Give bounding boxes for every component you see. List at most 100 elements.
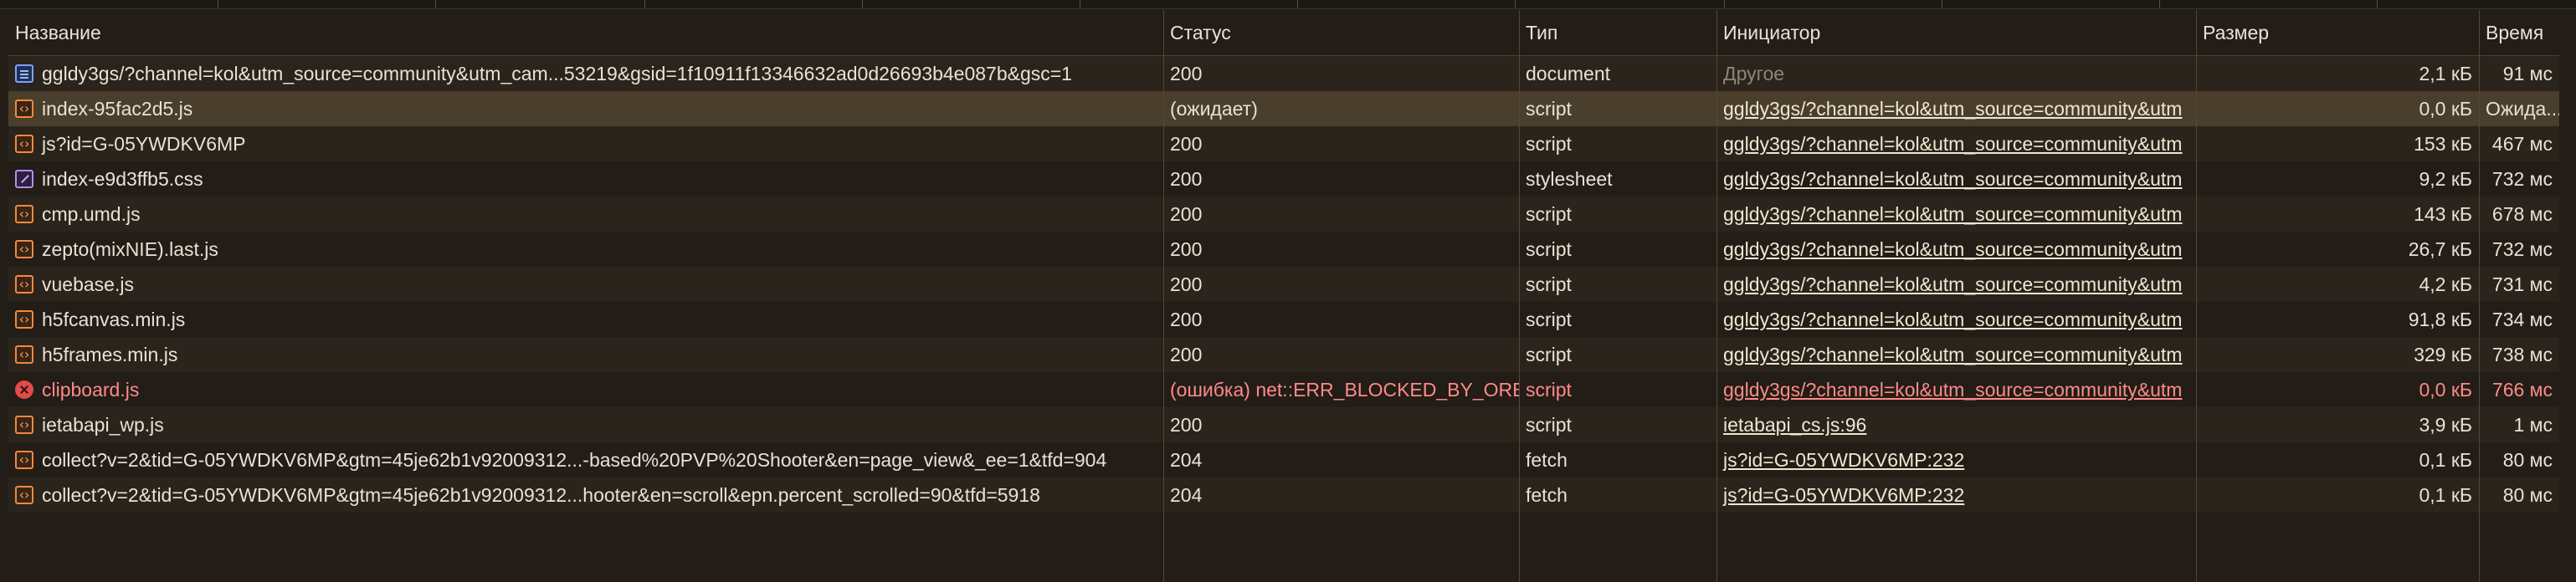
cell-name[interactable]: clipboard.js <box>8 372 1163 407</box>
table-row[interactable]: zepto(mixNIE).last.js 200 script ggldy3gs/?… <box>8 232 2559 267</box>
cell-size: 0,1 кБ <box>2196 477 2479 513</box>
cell-initiator[interactable]: ietabapi_cs.js:96 <box>1716 407 2196 442</box>
table-row[interactable]: ietabapi_wp.js 200 script ietabapi_cs.js:96… <box>8 407 2559 442</box>
column-divider[interactable] <box>2196 10 2197 582</box>
initiator-text[interactable]: ggldy3gs/?channel=kol&utm_source=communi… <box>1723 344 2182 365</box>
script-icon <box>15 304 33 335</box>
cell-name[interactable]: collect?v=2&tid=G-05YWDKV6MP&gtm=45je62b… <box>8 477 1163 513</box>
cell-name[interactable]: ietabapi_wp.js <box>8 407 1163 442</box>
name-text: index-95fac2d5.js <box>42 98 193 120</box>
initiator-text[interactable]: ggldy3gs/?channel=kol&utm_source=communi… <box>1723 379 2182 401</box>
column-header-time[interactable]: Время <box>2479 10 2559 55</box>
cell-name[interactable]: index-e9d3ffb5.css <box>8 161 1163 197</box>
cell-name[interactable]: index-95fac2d5.js <box>8 91 1163 126</box>
table-row[interactable]: index-95fac2d5.js (ожидает) script ggldy3gs… <box>8 91 2559 126</box>
name-text: collect?v=2&tid=G-05YWDKV6MP&gtm=45je62b… <box>42 484 1040 506</box>
initiator-text[interactable]: ggldy3gs/?channel=kol&utm_source=communi… <box>1723 238 2182 260</box>
initiator-text[interactable]: ggldy3gs/?channel=kol&utm_source=communi… <box>1723 309 2182 330</box>
cell-initiator[interactable]: ggldy3gs/?channel=kol&utm_source=communi… <box>1716 126 2196 161</box>
cell-size: 143 кБ <box>2196 197 2479 232</box>
cell-initiator[interactable]: ggldy3gs/?channel=kol&utm_source=communi… <box>1716 267 2196 302</box>
script-icon <box>15 268 33 300</box>
column-divider[interactable] <box>1519 10 1520 582</box>
cell-initiator[interactable]: js?id=G-05YWDKV6MP:232 <box>1716 442 2196 477</box>
initiator-text[interactable]: ggldy3gs/?channel=kol&utm_source=communi… <box>1723 98 2182 120</box>
table-row[interactable]: vuebase.js 200 script ggldy3gs/?channel=kol… <box>8 267 2559 302</box>
overview-tick <box>2159 0 2160 8</box>
table-row[interactable]: cmp.umd.js 200 script ggldy3gs/?channel=kol… <box>8 197 2559 232</box>
time-text: 1 мс <box>2513 414 2553 436</box>
cell-name[interactable]: vuebase.js <box>8 267 1163 302</box>
cell-initiator[interactable]: ggldy3gs/?channel=kol&utm_source=communi… <box>1716 372 2196 407</box>
cell-initiator[interactable]: ggldy3gs/?channel=kol&utm_source=communi… <box>1716 232 2196 267</box>
table-row[interactable]: ggldy3gs/?channel=kol&utm_source=communi… <box>8 56 2559 91</box>
cell-time: 678 мс <box>2479 197 2559 232</box>
overview-tick <box>1515 0 1516 8</box>
initiator-text[interactable]: Другое <box>1723 63 1784 84</box>
initiator-text[interactable]: ggldy3gs/?channel=kol&utm_source=communi… <box>1723 168 2182 190</box>
cell-initiator[interactable]: ggldy3gs/?channel=kol&utm_source=communi… <box>1716 337 2196 372</box>
script-icon <box>15 233 33 265</box>
initiator-text[interactable]: ggldy3gs/?channel=kol&utm_source=communi… <box>1723 273 2182 295</box>
cell-name[interactable]: h5fcanvas.min.js <box>8 302 1163 337</box>
size-text: 2,1 кБ <box>2419 63 2472 84</box>
table-row[interactable]: js?id=G-05YWDKV6MP 200 script ggldy3gs/?cha… <box>8 126 2559 161</box>
column-header-size[interactable]: Размер <box>2196 10 2479 55</box>
initiator-text[interactable]: ggldy3gs/?channel=kol&utm_source=communi… <box>1723 203 2182 225</box>
type-text: document <box>1526 63 1611 84</box>
cell-size: 9,2 кБ <box>2196 161 2479 197</box>
status-text: 200 <box>1170 203 1203 225</box>
column-divider[interactable] <box>1716 10 1717 582</box>
overview-tick <box>644 0 645 8</box>
size-text: 143 кБ <box>2414 203 2472 225</box>
column-divider[interactable] <box>1163 10 1164 582</box>
cell-name[interactable]: collect?v=2&tid=G-05YWDKV6MP&gtm=45je62b… <box>8 442 1163 477</box>
status-text: 204 <box>1170 484 1203 506</box>
cell-time: 738 мс <box>2479 337 2559 372</box>
cell-initiator[interactable]: js?id=G-05YWDKV6MP:232 <box>1716 477 2196 513</box>
initiator-text[interactable]: ggldy3gs/?channel=kol&utm_source=communi… <box>1723 133 2182 155</box>
size-text: 0,1 кБ <box>2419 484 2472 506</box>
cell-initiator[interactable]: ggldy3gs/?channel=kol&utm_source=communi… <box>1716 197 2196 232</box>
status-text: 200 <box>1170 63 1203 84</box>
name-text: vuebase.js <box>42 273 134 295</box>
initiator-text[interactable]: ietabapi_cs.js:96 <box>1723 414 1866 436</box>
cell-initiator[interactable]: Другое <box>1716 56 2196 91</box>
initiator-text[interactable]: js?id=G-05YWDKV6MP:232 <box>1723 484 1964 506</box>
cell-type: script <box>1519 372 1716 407</box>
table-row[interactable]: h5frames.min.js 200 script ggldy3gs/?channe… <box>8 337 2559 372</box>
cell-name[interactable]: ggldy3gs/?channel=kol&utm_source=communi… <box>8 56 1163 91</box>
cell-name[interactable]: h5frames.min.js <box>8 337 1163 372</box>
cell-name[interactable]: js?id=G-05YWDKV6MP <box>8 126 1163 161</box>
time-text: Ожида... <box>2486 98 2559 120</box>
column-header-name[interactable]: Название <box>8 10 1163 55</box>
cell-size: 3,9 кБ <box>2196 407 2479 442</box>
size-text: 3,9 кБ <box>2419 414 2472 436</box>
cell-size: 4,2 кБ <box>2196 267 2479 302</box>
time-text: 734 мс <box>2491 309 2553 330</box>
table-row[interactable]: collect?v=2&tid=G-05YWDKV6MP&gtm=45je62b… <box>8 477 2559 513</box>
column-header-type[interactable]: Тип <box>1519 10 1716 55</box>
table-row[interactable]: clipboard.js (ошибка) net::ERR_BLOCKED_BY… <box>8 372 2559 407</box>
column-header-status[interactable]: Статус <box>1163 10 1519 55</box>
script-icon <box>15 198 33 230</box>
cell-type: script <box>1519 197 1716 232</box>
cell-status: 200 <box>1163 232 1519 267</box>
cell-status: (ошибка) net::ERR_BLOCKED_BY_ORB <box>1163 372 1519 407</box>
time-text: 678 мс <box>2491 203 2553 225</box>
cell-initiator[interactable]: ggldy3gs/?channel=kol&utm_source=communi… <box>1716 302 2196 337</box>
cell-initiator[interactable]: ggldy3gs/?channel=kol&utm_source=communi… <box>1716 91 2196 126</box>
column-divider[interactable] <box>2479 10 2480 582</box>
document-icon <box>15 64 33 83</box>
table-row[interactable]: collect?v=2&tid=G-05YWDKV6MP&gtm=45je62b… <box>8 442 2559 477</box>
cell-initiator[interactable]: ggldy3gs/?channel=kol&utm_source=communi… <box>1716 161 2196 197</box>
cell-name[interactable]: cmp.umd.js <box>8 197 1163 232</box>
script-icon <box>15 444 33 476</box>
table-row[interactable]: index-e9d3ffb5.css 200 stylesheet ggldy3gs/… <box>8 161 2559 197</box>
initiator-text[interactable]: js?id=G-05YWDKV6MP:232 <box>1723 449 1964 471</box>
column-header-initiator[interactable]: Инициатор <box>1716 10 2196 55</box>
cell-name[interactable]: zepto(mixNIE).last.js <box>8 232 1163 267</box>
type-text: script <box>1526 309 1572 330</box>
stylesheet-icon <box>15 169 33 188</box>
table-row[interactable]: h5fcanvas.min.js 200 script ggldy3gs/?chann… <box>8 302 2559 337</box>
